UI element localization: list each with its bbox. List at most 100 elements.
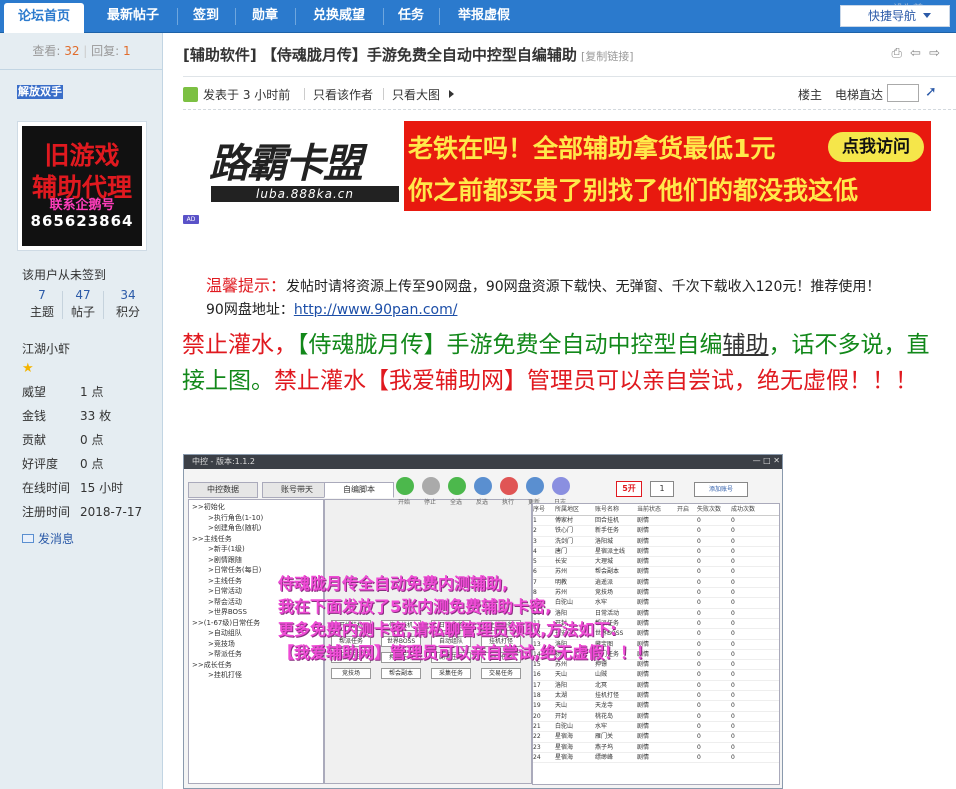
grid-cell: 0 — [731, 517, 735, 524]
ad-visit-button[interactable]: 点我访问 — [828, 132, 924, 162]
grid-cell: 4 — [533, 547, 537, 555]
author-rank[interactable]: 江湖小虾 — [22, 340, 70, 357]
top-nav: 论坛首页 最新帖子 签到 勋章 兑换威望 任务 举报虚假 设为首 快捷导航 — [0, 0, 956, 33]
table-row: 24 星宿海 缥缈峰 剧情 0 0 — [533, 753, 779, 764]
nav-item-forum-home[interactable]: 论坛首页 — [4, 3, 84, 33]
tree-item: >>主线任务 — [192, 534, 232, 543]
grid-cell: 剧情 — [637, 733, 650, 741]
table-row: 23 星宿海 燕子坞 剧情 0 0 — [533, 743, 779, 753]
grid-cell: 0 — [697, 517, 701, 524]
grid-cell: 5 — [533, 558, 537, 566]
app-titlebar: 中控 - 版本:1.1.2 — □ ✕ — [184, 455, 782, 469]
count-posts[interactable]: 47 帖子 — [63, 287, 103, 321]
author-name[interactable]: 解放双手 — [17, 85, 63, 99]
tip-text: 发帖时请将资源上传至90网盘，90网盘资源下载快、无弹窗、千次下载收入120元！… — [286, 279, 881, 295]
print-icon[interactable]: ⎙ — [892, 46, 902, 61]
count-label: 帖子 — [70, 305, 95, 319]
replies-label: 回复: — [91, 44, 120, 58]
avatar-image: 旧游戏 辅助代理 联系企鹅号 865623864 — [22, 126, 142, 246]
quick-nav-dropdown[interactable]: 快捷导航 — [840, 5, 950, 27]
info-value: 0 点 — [80, 457, 104, 471]
next-thread-icon[interactable]: ⇨ — [929, 46, 940, 61]
app-title: 中控 - 版本:1.1.2 — [192, 457, 256, 466]
info-key: 威望 — [22, 385, 47, 399]
tip-link[interactable]: http://www.90pan.com/ — [294, 302, 458, 318]
grid-cell: 剧情 — [637, 527, 650, 535]
nav-item-exchange-prestige[interactable]: 兑换威望 — [299, 0, 379, 32]
grid-cell: 星宿海 — [555, 743, 574, 751]
toolbar-icon — [500, 477, 518, 495]
ad-line-2: 你之前都买贵了别找了他们的都没我这低 — [408, 176, 859, 205]
info-value: 1 点 — [80, 385, 104, 399]
grid-cell: 星宿海 — [555, 753, 574, 761]
grid-cell: 剧情 — [637, 681, 650, 689]
grid-cell: 1 — [533, 517, 537, 524]
tree-item: >创建角色(随机) — [208, 524, 262, 532]
grid-cell: 剧情 — [637, 712, 650, 720]
grid-cell: 洗剑门 — [555, 537, 574, 545]
count-label: 主题 — [29, 305, 54, 319]
image-overlay-text: 侍魂胧月传全自动免费内测辅助, 我在下面发放了5张内测免费辅助卡密, 更多免费内… — [278, 572, 738, 664]
nav-item-tasks[interactable]: 任务 — [387, 0, 435, 32]
floor-jump-input[interactable] — [887, 84, 919, 102]
avatar[interactable]: 旧游戏 辅助代理 联系企鹅号 865623864 — [17, 121, 147, 251]
app-panel-button: 帮会副本 — [381, 668, 421, 679]
grid-cell: 0 — [697, 702, 701, 710]
table-row: 22 星宿海 雁门关 剧情 0 0 — [533, 732, 779, 743]
keyword-link[interactable]: 辅助 — [723, 332, 769, 358]
only-author-link[interactable]: 只看该作者 — [313, 86, 373, 103]
info-contribution: 贡献 0 点 — [22, 429, 152, 452]
grid-cell: 0 — [697, 547, 701, 555]
go-arrow-icon[interactable]: ➚ — [925, 84, 937, 100]
app-panel-button: 交易任务 — [481, 668, 521, 679]
nav-item-medals[interactable]: 勋章 — [239, 0, 291, 32]
body-text: 禁止灌水【我爱辅助网】管理员可以亲自尝试，绝无虚假！！！ — [274, 368, 918, 394]
grid-cell: 太湖 — [555, 692, 568, 700]
grid-cell: 天山 — [555, 702, 568, 710]
table-row: 1 傅家村 回合挂机 剧情 0 0 — [533, 516, 779, 527]
count-points[interactable]: 34 积分 — [108, 287, 148, 321]
grid-cell: 洛阳城 — [595, 537, 614, 545]
grid-cell: 桃花岛 — [595, 712, 614, 720]
send-message-link[interactable]: 发消息 — [22, 530, 74, 547]
info-key: 注册时间 — [22, 505, 71, 519]
prev-thread-icon[interactable]: ⇦ — [910, 46, 921, 61]
avatar-text-line: 旧游戏 — [44, 141, 120, 170]
grid-cell: 0 — [731, 733, 735, 741]
grid-cell: 大理城 — [595, 558, 614, 566]
toolbar-label: 全选 — [450, 499, 463, 506]
count-threads[interactable]: 7 主题 — [22, 287, 62, 321]
grid-cell: 0 — [697, 692, 701, 700]
nav-item-signin[interactable]: 签到 — [181, 0, 231, 32]
tree-item: >>初始化 — [192, 503, 225, 511]
title-tools: ⎙ ⇦ ⇨ — [892, 46, 941, 61]
avatar-text-line: 联系企鹅号 — [49, 198, 115, 213]
toolbar-icon — [474, 477, 492, 495]
ad-box[interactable]: 老铁在吗！全部辅助拿货最低1元 点我访问 你之前都买贵了别找了他们的都没我这低 — [404, 121, 931, 211]
nav-item-report-fake[interactable]: 举报虚假 — [444, 0, 524, 32]
post-body: 禁止灌水，【侍魂胧月传】手游免费全自动中控型自编辅助，话不多说，直接上图。禁止灌… — [182, 327, 942, 399]
table-row: 4 唐门 星宿派主线 剧情 0 0 — [533, 547, 779, 558]
big-image-link[interactable]: 只看大图 — [392, 86, 440, 103]
grid-header-cell: 所属地区 — [555, 506, 580, 513]
envelope-icon — [22, 534, 34, 543]
toolbar-icon — [448, 477, 466, 495]
grid-cell: 唐门 — [555, 547, 568, 555]
grid-header-cell: 成功次数 — [731, 506, 756, 513]
nav-item-latest-posts[interactable]: 最新帖子 — [93, 0, 173, 32]
ad-banner[interactable]: 路霸卡盟 luba.888ka.cn 老铁在吗！全部辅助拿货最低1元 点我访问 … — [209, 121, 931, 211]
grid-cell: 18 — [533, 692, 541, 700]
count-value: 47 — [75, 288, 91, 302]
grid-cell: 23 — [533, 743, 541, 751]
grid-cell: 剧情 — [637, 558, 650, 566]
copy-link-button[interactable]: [复制链接] — [581, 50, 634, 63]
grid-cell: 傅家村 — [555, 517, 574, 524]
toolbar-icon — [396, 477, 414, 495]
grid-cell: 燕子坞 — [595, 743, 614, 751]
toolbar-icon — [526, 477, 544, 495]
nav-divider — [383, 8, 384, 25]
grid-cell: 长安 — [555, 558, 568, 566]
grid-cell: 0 — [731, 681, 735, 689]
replies-count: 1 — [123, 44, 131, 58]
grid-header-cell: 序号 — [533, 506, 546, 513]
